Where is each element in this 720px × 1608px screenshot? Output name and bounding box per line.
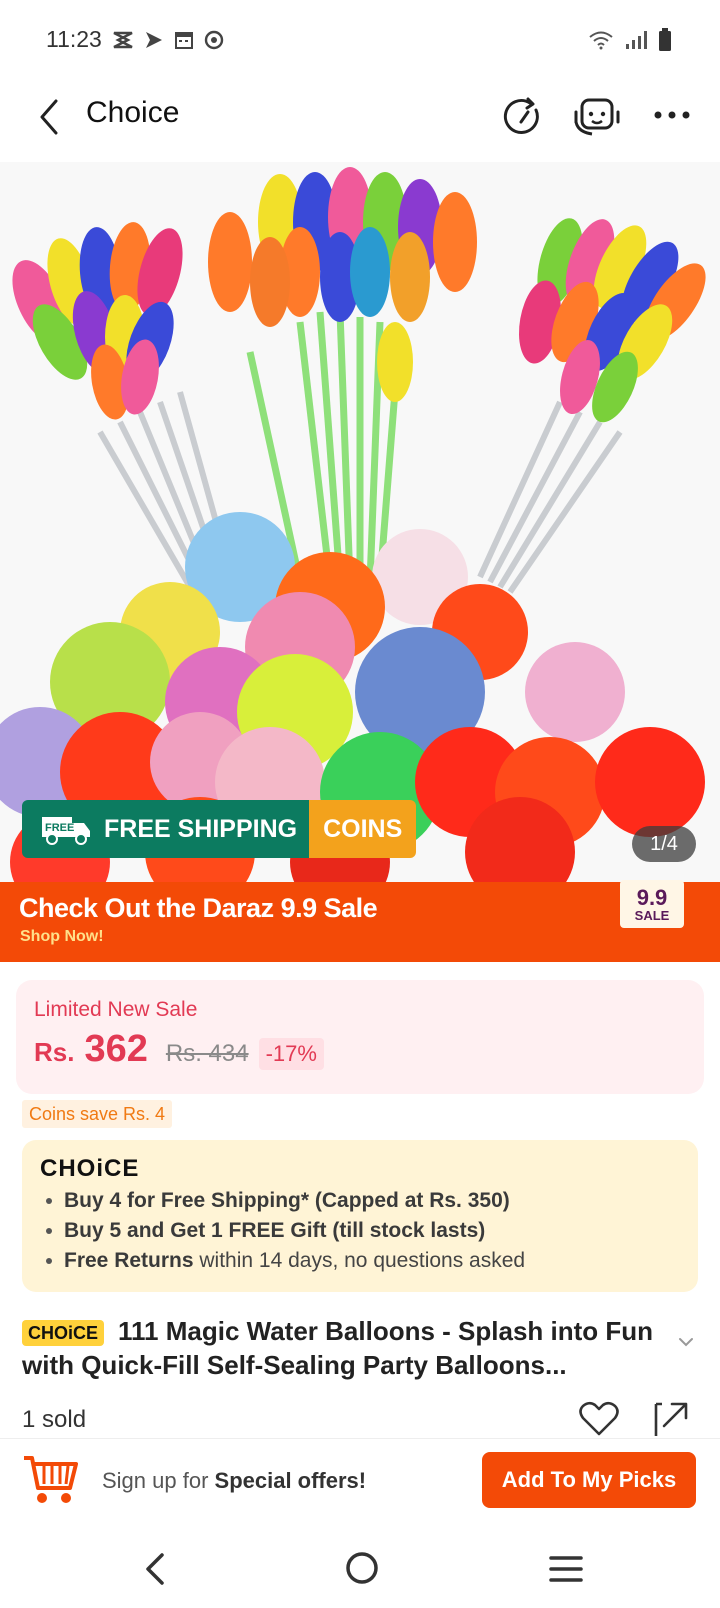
nav-home-icon: [346, 1552, 378, 1584]
refresh-button[interactable]: [500, 94, 546, 140]
benefit-text: within 14 days, no questions asked: [193, 1249, 526, 1272]
benefit-bold-text: Buy 4 for Free Shipping* (Capped at Rs. …: [64, 1189, 510, 1212]
delivery-truck-icon: FREE: [42, 817, 90, 845]
signup-offers-text[interactable]: Sign up for Special offers!: [102, 1468, 366, 1494]
page-title: Choice: [86, 96, 180, 129]
heart-icon: [579, 1401, 619, 1436]
wishlist-button[interactable]: [578, 1400, 620, 1438]
image-counter: 1/4: [632, 826, 696, 862]
sale-badge-number: 9.9: [636, 884, 668, 910]
sale-badge: 9.9 SALE: [620, 880, 684, 928]
water-balloons-image: [0, 162, 720, 882]
chevron-down-icon: [679, 1338, 693, 1347]
coins-save-badge: Coins save Rs. 4: [22, 1100, 173, 1128]
bullet-icon: [46, 1228, 52, 1235]
signup-bold: Special offers!: [214, 1468, 367, 1493]
bullet-icon: [46, 1198, 52, 1205]
status-system-icons: [588, 28, 672, 52]
original-price: Rs. 434: [165, 1040, 249, 1067]
bullet-icon: [46, 1258, 52, 1265]
nav-recents-button[interactable]: [546, 1552, 586, 1586]
back-button[interactable]: [30, 92, 70, 142]
calendar-icon: [175, 32, 193, 49]
price-currency: Rs.: [34, 1037, 75, 1067]
choice-logo: CHOiCE: [40, 1155, 140, 1182]
chrome-icon: [204, 30, 224, 50]
current-price: 362: [84, 1028, 148, 1070]
sold-count: 1 sold: [22, 1406, 87, 1433]
battery-icon: [659, 28, 671, 51]
shipping-text: FREE SHIPPING: [104, 814, 298, 843]
shop-now-link[interactable]: Shop Now!: [20, 928, 104, 946]
benefit-item: Free Returns within 14 days, no question…: [46, 1249, 525, 1273]
share-button[interactable]: [650, 1398, 692, 1440]
nav-home-button[interactable]: [342, 1548, 382, 1588]
status-notification-icons: [112, 30, 224, 50]
benefit-bold-text: Buy 5 and Get 1 FREE Gift (till stock la…: [64, 1219, 486, 1242]
benefit-item: Buy 5 and Get 1 FREE Gift (till stock la…: [46, 1219, 485, 1243]
free-shipping-coins-badge: FREE FREE SHIPPING COINS: [22, 800, 417, 858]
free-tag-text: FREE: [45, 822, 74, 834]
more-dots-icon: [654, 111, 690, 119]
add-to-my-picks-button[interactable]: Add To My Picks: [482, 1452, 696, 1508]
share-icon: [654, 1402, 688, 1436]
sale-banner-title: Check Out the Daraz 9.9 Sale: [19, 893, 378, 923]
benefit-item: Buy 4 for Free Shipping* (Capped at Rs. …: [46, 1189, 510, 1213]
nav-menu-icon: [549, 1556, 583, 1582]
sale-badge-word: SALE: [634, 907, 670, 923]
cart-button[interactable]: [20, 1452, 80, 1508]
discount-badge: -17%: [258, 1038, 324, 1070]
choice-tag: CHOiCE: [22, 1320, 105, 1346]
refresh-icon: [503, 97, 539, 134]
signup-prefix: Sign up for: [102, 1468, 215, 1493]
expand-title-button[interactable]: [676, 1332, 696, 1352]
send-icon: [146, 32, 162, 48]
signal-icon: [626, 31, 647, 49]
benefit-bold-text: Free Returns: [64, 1249, 194, 1272]
support-agent-icon: [574, 98, 620, 136]
wifi-icon: [589, 31, 613, 50]
status-time: 11:23: [46, 26, 102, 52]
chevron-left-icon: [40, 99, 58, 135]
shopping-cart-icon: [24, 1456, 78, 1503]
product-title: 111 Magic Water Balloons - Splash into F…: [22, 1316, 654, 1380]
coins-label: COINS: [309, 800, 417, 858]
product-image-gallery[interactable]: [0, 162, 720, 882]
customer-support-button[interactable]: [572, 92, 622, 142]
price-row: Rs. 362 Rs. 434 -17%: [34, 1028, 324, 1071]
capcut-icon: [113, 31, 133, 49]
more-options-button[interactable]: [648, 100, 696, 130]
limited-sale-label: Limited New Sale: [34, 998, 198, 1021]
nav-back-button[interactable]: [140, 1546, 170, 1592]
nav-back-icon: [146, 1553, 164, 1585]
free-shipping-label: FREE FREE SHIPPING: [22, 800, 310, 858]
